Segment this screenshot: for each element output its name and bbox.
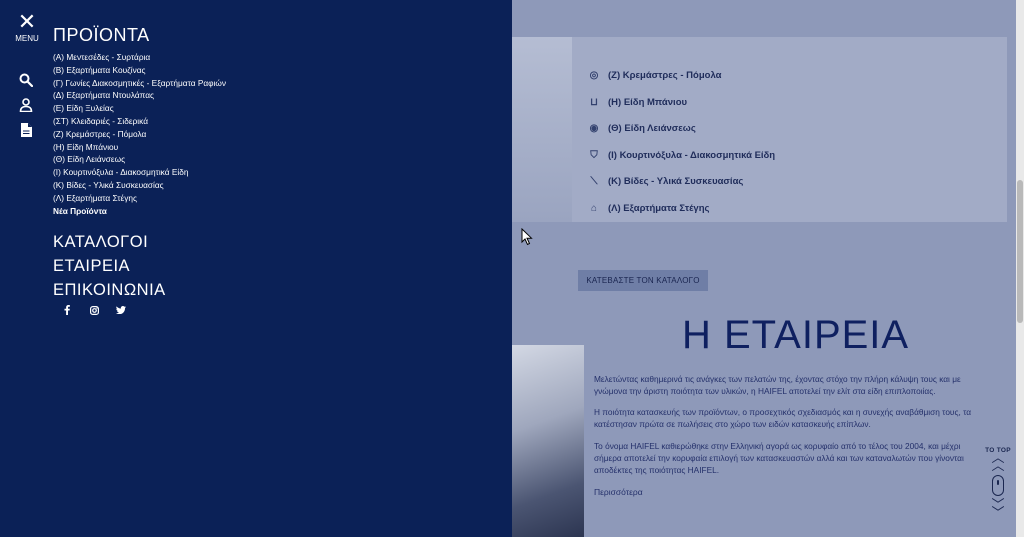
scrollbar-thumb[interactable] — [1017, 180, 1023, 323]
category-link-hangers[interactable]: ◎ (Ζ) Κρεμάστρες - Πόμολα — [588, 69, 722, 81]
products-list: (Α) Μεντεσέδες - Συρτάρια (Β) Εξαρτήματα… — [53, 51, 226, 217]
roof-icon: ⌂ — [590, 202, 598, 214]
facebook-icon[interactable] — [62, 305, 72, 315]
category-link-curtain[interactable]: ⛉ (Ι) Κουρτινόξυλα - Διακοσμητικά Είδη — [588, 149, 775, 161]
contact-link[interactable]: ΕΠΙΚΟΙΝΩΝΙΑ — [53, 281, 166, 300]
product-link[interactable]: (ΣΤ) Κλειδαριές - Σιδερικά — [53, 115, 226, 128]
product-link[interactable]: (Λ) Εξαρτήματα Στέγης — [53, 192, 226, 205]
product-link[interactable]: (Η) Είδη Μπάνιου — [53, 141, 226, 154]
menu-overlay: ✕ MENU ΠΡΟΪΟΝΤΑ (Α) Μεντεσέδες - Συρτάρι… — [0, 0, 512, 537]
product-link[interactable]: (Α) Μεντεσέδες - Συρτάρια — [53, 51, 226, 64]
social-links — [62, 305, 126, 315]
product-link[interactable]: (Θ) Είδη Λειάνσεως — [53, 153, 226, 166]
product-link[interactable]: (Γ) Γωνίες Διακοσμητικές - Εξαρτήματα Ρα… — [53, 77, 226, 90]
side-icon-bar — [18, 72, 34, 147]
company-link[interactable]: ΕΤΑΙΡΕΙΑ — [53, 257, 130, 276]
document-icon[interactable] — [18, 122, 34, 138]
close-menu-button[interactable]: ✕ MENU — [13, 9, 41, 44]
sanding-icon: ◉ — [589, 122, 599, 134]
curtain-icon: ⛉ — [590, 149, 598, 161]
screw-icon: ⟍ — [590, 175, 598, 187]
company-paragraph: Το όνομα HAIFEL καθιερώθηκε στην Ελληνικ… — [594, 441, 964, 475]
knob-icon: ◎ — [589, 69, 599, 81]
company-title: Η ΕΤΑΙΡΕΙΑ — [682, 313, 910, 357]
mouse-scroll-icon — [992, 475, 1004, 496]
category-label: (Λ) Εξαρτήματα Στέγης — [608, 202, 710, 214]
products-heading[interactable]: ΠΡΟΪΟΝΤΑ — [53, 25, 150, 46]
product-link[interactable]: (Κ) Βίδες - Υλικά Συσκευασίας — [53, 179, 226, 192]
search-icon[interactable] — [18, 72, 34, 88]
more-link[interactable]: Περισσότερα — [594, 487, 643, 497]
instagram-icon[interactable] — [89, 305, 99, 315]
category-link-screws[interactable]: ⟍ (Κ) Βίδες - Υλικά Συσκευασίας — [588, 175, 744, 187]
twitter-icon[interactable] — [116, 305, 126, 315]
bath-icon: ⊔ — [590, 96, 598, 108]
category-link-sanding[interactable]: ◉ (Θ) Είδη Λειάνσεως — [588, 122, 696, 134]
new-products-link[interactable]: Νέα Προϊόντα — [53, 205, 226, 218]
product-link[interactable]: (Β) Εξαρτήματα Κουζίνας — [53, 64, 226, 77]
category-label: (Η) Είδη Μπάνιου — [608, 96, 688, 108]
download-catalog-button[interactable]: ΚΑΤΕΒΑΣΤΕ ΤΟΝ ΚΑΤΑΛΟΓΟ — [578, 270, 708, 291]
vertical-scrollbar[interactable] — [1016, 0, 1024, 537]
category-label: (Ζ) Κρεμάστρες - Πόμολα — [608, 69, 722, 81]
category-link-bath[interactable]: ⊔ (Η) Είδη Μπάνιου — [588, 96, 687, 108]
close-icon: ✕ — [17, 9, 37, 34]
catalogs-link[interactable]: ΚΑΤΑΛΟΓΟΙ — [53, 233, 148, 252]
product-link[interactable]: (Ι) Κουρτινόξυλα - Διακοσμητικά Είδη — [53, 166, 226, 179]
category-label: (Θ) Είδη Λειάνσεως — [608, 122, 696, 134]
menu-label: MENU — [15, 34, 39, 43]
product-link[interactable]: (Ζ) Κρεμάστρες - Πόμολα — [53, 128, 226, 141]
mouse-cursor-icon — [521, 228, 533, 246]
category-label: (Ι) Κουρτινόξυλα - Διακοσμητικά Είδη — [608, 149, 776, 161]
chevron-down-icon: ﹀ — [991, 505, 1005, 520]
to-top-button[interactable]: TO TOP ︿ ︿ ﹀ ﹀ — [984, 447, 1012, 520]
product-link[interactable]: (Ε) Είδη Ξυλείας — [53, 102, 226, 115]
category-label: (Κ) Βίδες - Υλικά Συσκευασίας — [608, 175, 744, 187]
office-photo — [512, 345, 584, 537]
category-panel-image — [512, 37, 572, 222]
category-panel — [512, 37, 1007, 222]
chevron-up-icon: ︿ — [991, 458, 1005, 473]
company-paragraph: Μελετώντας καθημερινά τις ανάγκες των πε… — [594, 374, 961, 396]
category-link-roof[interactable]: ⌂ (Λ) Εξαρτήματα Στέγης — [588, 202, 709, 214]
company-paragraph: Η ποιότητα κατασκευής των προϊόντων, ο π… — [594, 407, 972, 429]
product-link[interactable]: (Δ) Εξαρτήματα Ντουλάπας — [53, 89, 226, 102]
user-icon[interactable] — [18, 97, 34, 113]
